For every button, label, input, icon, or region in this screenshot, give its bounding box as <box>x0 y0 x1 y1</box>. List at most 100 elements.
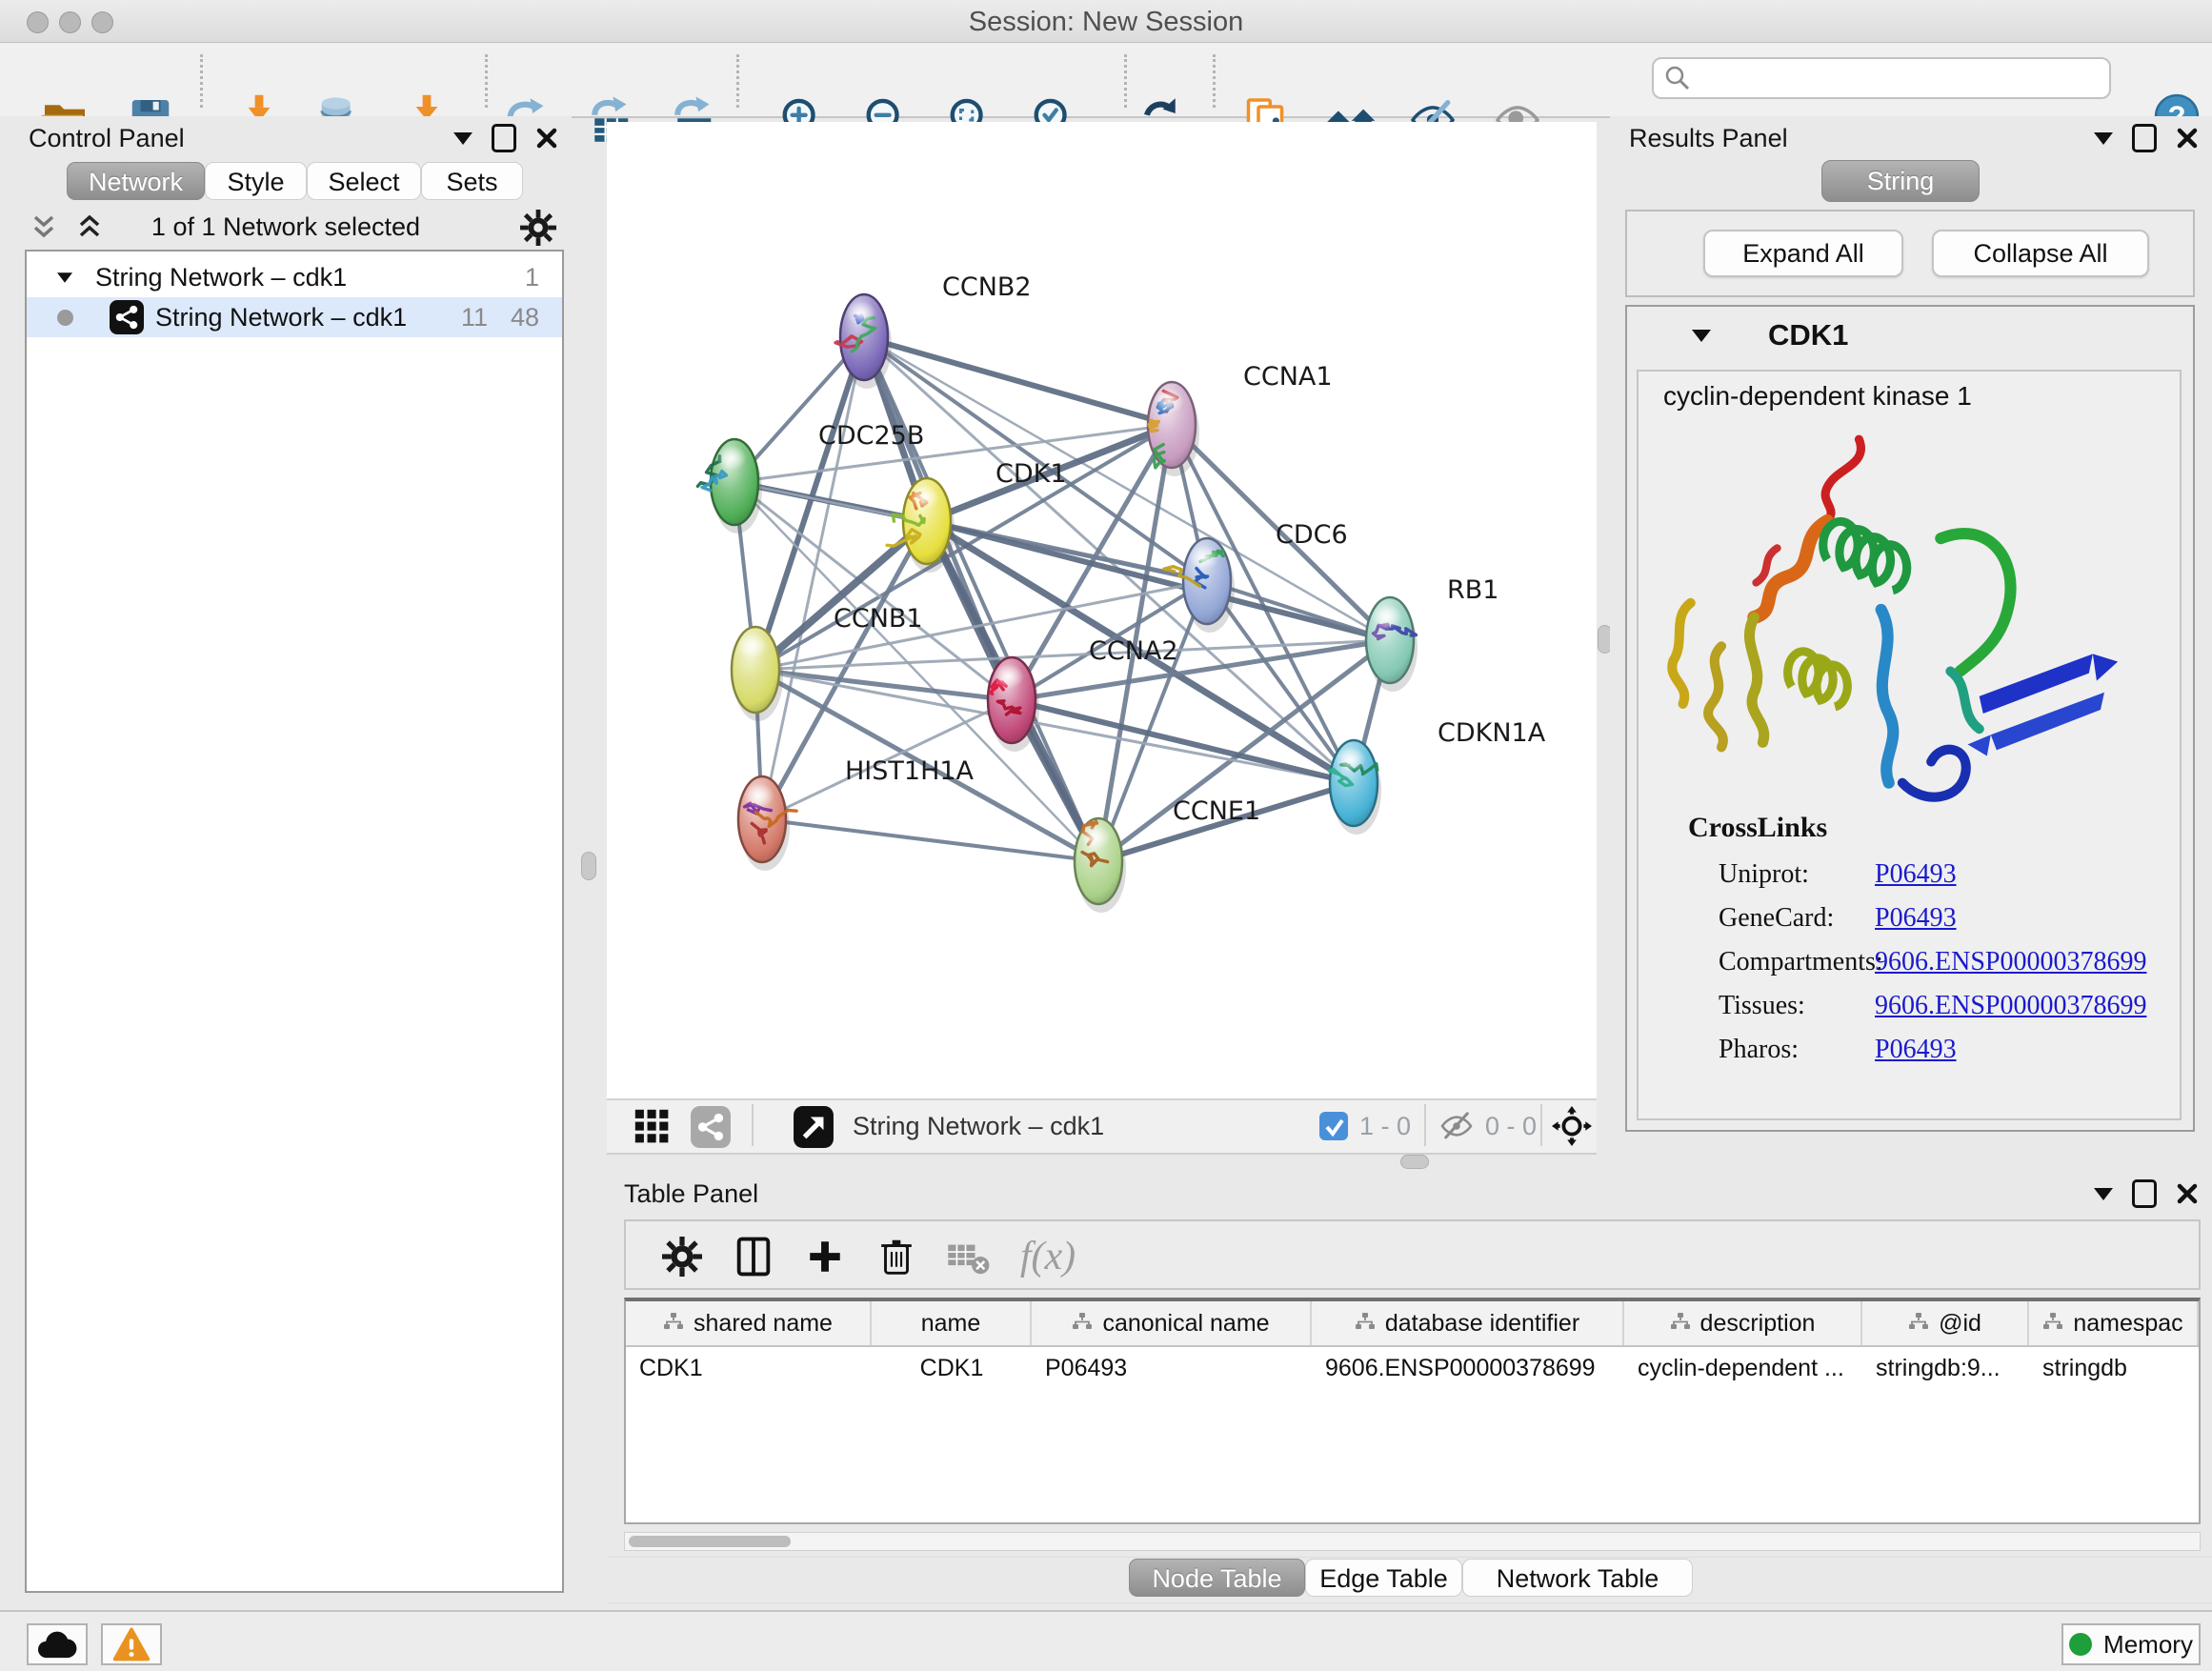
column-header-name[interactable]: name <box>872 1301 1032 1345</box>
panel-close-icon[interactable] <box>2176 127 2199 150</box>
panel-float-icon[interactable] <box>2132 1179 2157 1208</box>
column-header-canonical-name[interactable]: canonical name <box>1032 1301 1312 1345</box>
left-splitter-handle[interactable] <box>581 852 596 880</box>
column-network-icon <box>1670 1310 1691 1338</box>
crosslink-value-link[interactable]: 9606.ENSP00000378699 <box>1875 991 2146 1021</box>
network-status-dot <box>57 310 73 326</box>
network-edge[interactable] <box>762 337 864 819</box>
gear-icon[interactable] <box>520 210 556 246</box>
network-row[interactable]: String Network – cdk1 11 48 <box>27 297 562 337</box>
table-cell[interactable]: CDK1 <box>872 1347 1032 1389</box>
open-in-window-icon[interactable] <box>794 1106 834 1148</box>
protein-structure-image <box>1658 425 2166 810</box>
panel-menu-icon[interactable] <box>2094 132 2113 145</box>
crosslink-label: GeneCard: <box>1719 903 1834 933</box>
selected-count: 1 - 0 <box>1359 1112 1411 1141</box>
crosslink-value-link[interactable]: 9606.ENSP00000378699 <box>1875 947 2146 977</box>
selected-checkbox-icon[interactable] <box>1319 1112 1348 1140</box>
table-cell[interactable]: CDK1 <box>626 1347 872 1389</box>
column-label: namespac <box>2073 1310 2182 1338</box>
scrollbar-thumb[interactable] <box>629 1536 791 1547</box>
horizontal-splitter-handle[interactable] <box>1400 1155 1429 1169</box>
tab-string[interactable]: String <box>1821 160 1980 202</box>
tab-network-table[interactable]: Network Table <box>1462 1559 1693 1597</box>
crosslinks-title: CrossLinks <box>1688 812 1827 844</box>
network-node-ccna1[interactable] <box>1148 382 1199 476</box>
network-edge[interactable] <box>762 819 1098 861</box>
table-settings-button[interactable] <box>654 1229 710 1284</box>
collapse-all-button[interactable]: Collapse All <box>1932 230 2149 277</box>
crosslink-value-link[interactable]: P06493 <box>1875 903 1957 934</box>
network-view[interactable]: CCNB2CCNA1CDC25BCDK1CDC6RB1CCNB1CCNA2CDK… <box>607 122 1597 1098</box>
delete-column-button[interactable] <box>869 1229 924 1284</box>
node-label-ccna1: CCNA1 <box>1243 362 1333 392</box>
tab-network[interactable]: Network <box>67 162 205 200</box>
column-header-namespac[interactable]: namespac <box>2029 1301 2199 1345</box>
column-header--id[interactable]: @id <box>1862 1301 2029 1345</box>
panel-menu-icon[interactable] <box>453 132 473 145</box>
network-node-rb1[interactable] <box>1366 597 1418 692</box>
panel-menu-icon[interactable] <box>2094 1188 2113 1200</box>
toolbar-separator <box>485 54 488 108</box>
panel-close-icon[interactable] <box>2176 1182 2199 1205</box>
network-node-cdkn1a[interactable] <box>1329 740 1381 835</box>
panel-float-icon[interactable] <box>2132 124 2157 152</box>
network-node-ccnb2[interactable] <box>835 294 892 389</box>
gear-icon <box>662 1237 702 1277</box>
expand-all-icon[interactable] <box>72 213 107 242</box>
show-columns-button[interactable] <box>726 1229 781 1284</box>
cloud-status-button[interactable] <box>27 1623 88 1665</box>
tab-node-table[interactable]: Node Table <box>1129 1559 1305 1597</box>
panel-close-icon[interactable] <box>535 127 558 150</box>
memory-button[interactable]: Memory <box>2061 1623 2201 1665</box>
network-graph[interactable]: CCNB2CCNA1CDC25BCDK1CDC6RB1CCNB1CCNA2CDK… <box>607 122 1597 1098</box>
memory-label: Memory <box>2103 1630 2193 1660</box>
hidden-eye-slash-icon[interactable] <box>1438 1110 1476 1142</box>
expand-all-button[interactable]: Expand All <box>1703 230 1903 277</box>
network-view-title: String Network – cdk1 <box>853 1112 1104 1141</box>
node-label-cdc25b: CDC25B <box>818 421 924 451</box>
table-cell[interactable]: stringdb <box>2029 1347 2199 1389</box>
network-node-hist1h1a[interactable] <box>738 776 796 871</box>
tree-expander-icon[interactable] <box>57 272 72 282</box>
network-node-ccnb1[interactable] <box>732 627 783 721</box>
entry-collapse-icon[interactable] <box>1692 330 1711 342</box>
hidden-count: 0 - 0 <box>1485 1112 1537 1141</box>
crosslink-value-link[interactable]: P06493 <box>1875 1035 1957 1065</box>
network-share-badge-icon[interactable] <box>691 1106 731 1148</box>
tab-edge-table[interactable]: Edge Table <box>1305 1559 1462 1597</box>
network-node-ccna2[interactable] <box>988 657 1039 752</box>
warnings-button[interactable] <box>101 1623 162 1665</box>
crosslink-label: Tissues: <box>1719 991 1805 1020</box>
column-header-description[interactable]: description <box>1624 1301 1862 1345</box>
table-horizontal-scrollbar[interactable] <box>624 1532 2201 1551</box>
network-share-icon <box>110 300 144 334</box>
tab-style[interactable]: Style <box>205 162 307 200</box>
network-edge[interactable] <box>755 670 1012 700</box>
search-field[interactable] <box>1652 57 2111 99</box>
search-input[interactable] <box>1692 64 2077 92</box>
table-cell[interactable]: 9606.ENSP00000378699 <box>1312 1347 1624 1389</box>
add-column-button[interactable] <box>797 1229 853 1284</box>
table-cell[interactable]: cyclin-dependent ... <box>1624 1347 1862 1389</box>
delete-table-button[interactable] <box>940 1229 995 1284</box>
panel-float-icon[interactable] <box>492 124 516 152</box>
function-builder-button[interactable]: f(x) <box>1005 1229 1091 1284</box>
table-row[interactable]: CDK1CDK1P064939606.ENSP00000378699cyclin… <box>626 1347 2199 1389</box>
network-node-cdc25b[interactable] <box>697 439 762 534</box>
network-node-ccne1[interactable] <box>1075 818 1126 913</box>
table-cell[interactable]: P06493 <box>1032 1347 1312 1389</box>
edge-count: 48 <box>511 303 539 332</box>
collapse-all-icon[interactable] <box>27 213 61 242</box>
table-cell[interactable]: stringdb:9... <box>1862 1347 2029 1389</box>
network-collection-row[interactable]: String Network – cdk1 1 <box>27 257 562 297</box>
birds-eye-crosshair-icon[interactable] <box>1552 1106 1592 1146</box>
grid-view-icon[interactable] <box>633 1108 672 1146</box>
network-node-cdk1[interactable] <box>887 478 955 573</box>
column-label: shared name <box>694 1310 833 1338</box>
tab-sets[interactable]: Sets <box>421 162 523 200</box>
crosslink-value-link[interactable]: P06493 <box>1875 859 1957 890</box>
tab-select[interactable]: Select <box>307 162 421 200</box>
column-header-shared-name[interactable]: shared name <box>626 1301 872 1345</box>
column-header-database-identifier[interactable]: database identifier <box>1312 1301 1624 1345</box>
